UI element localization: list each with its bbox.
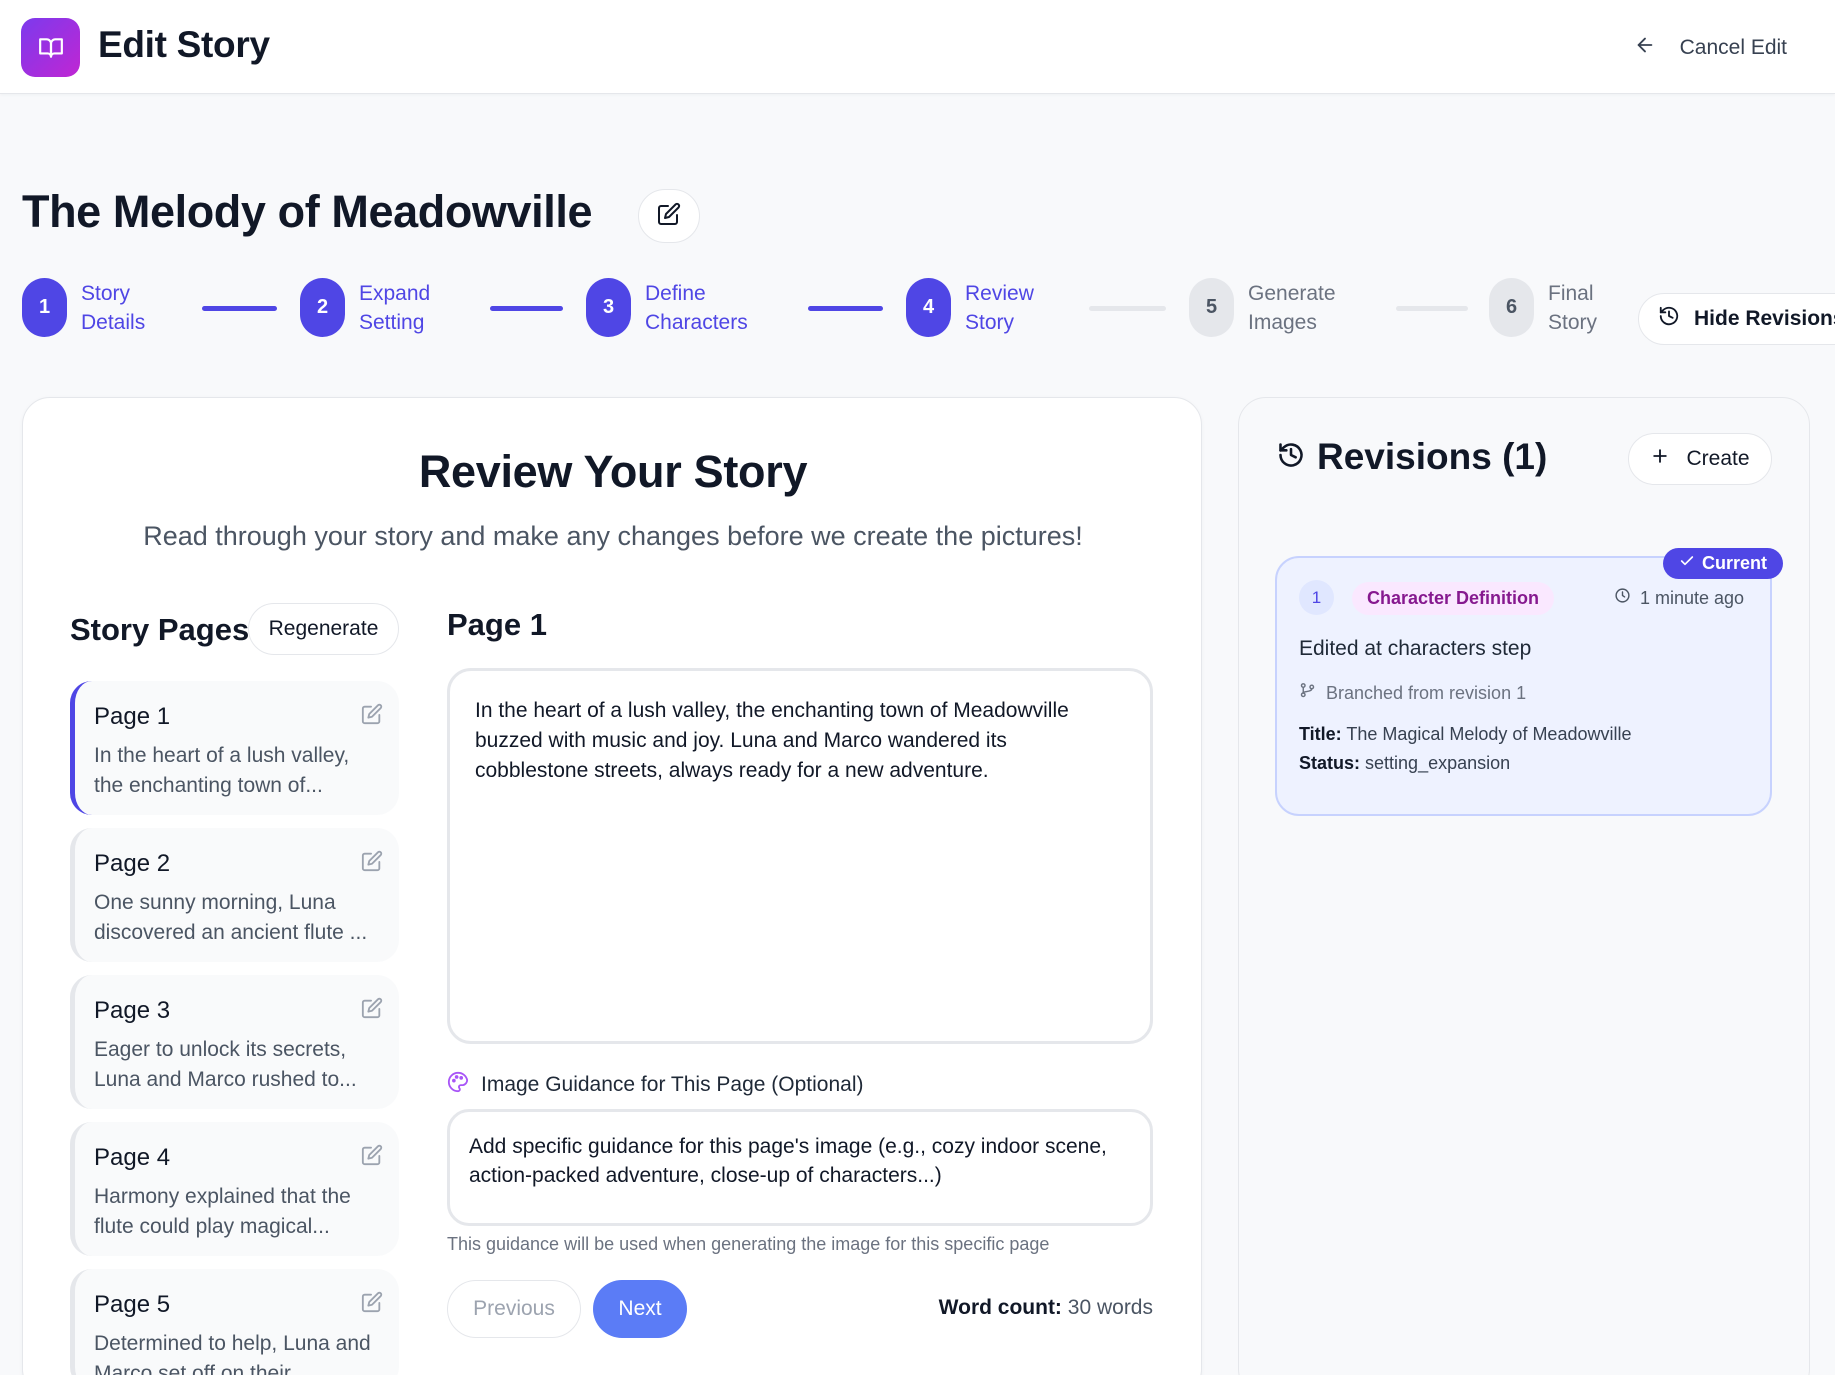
revision-branch: Branched from revision 1 [1299,682,1526,704]
revision-time: 1 minute ago [1614,587,1744,609]
revisions-panel [1238,397,1810,1375]
page-item-title: Page 2 [94,850,171,877]
pencil-square-icon [657,202,681,231]
step-connector [202,306,277,311]
revision-description: Edited at characters step [1299,637,1532,660]
history-icon [1658,305,1680,333]
revision-number: 1 [1299,580,1334,615]
page-item-excerpt: In the heart of a lush valley, the encha… [94,744,350,797]
step-number: 4 [906,278,951,337]
edit-icon[interactable] [361,1291,383,1318]
create-revision-button[interactable]: Create [1628,433,1772,485]
arrow-left-icon [1634,34,1656,62]
step-number: 1 [22,278,67,337]
page-item-title: Page 3 [94,997,171,1024]
edit-icon[interactable] [361,997,383,1024]
page-item-title: Page 1 [94,703,171,730]
page-text-editor[interactable]: In the heart of a lush valley, the encha… [447,668,1153,1044]
page-item-excerpt: Eager to unlock its secrets, Luna and Ma… [94,1038,357,1091]
page-item-excerpt: Harmony explained that the flute could p… [94,1185,351,1238]
step-generate-images[interactable]: 5 Generate Images [1189,278,1368,337]
step-number: 3 [586,278,631,337]
image-guidance-label: Image Guidance for This Page (Optional) [447,1071,863,1099]
revisions-heading: Revisions (1) [1277,436,1547,478]
step-review-story[interactable]: 4 Review Story [906,278,1085,337]
edit-icon[interactable] [361,1144,383,1171]
revision-title: Title: The Magical Melody of Meadowville [1299,724,1632,744]
step-number: 2 [300,278,345,337]
image-guidance-input[interactable] [447,1109,1153,1226]
page-list-item[interactable]: Page 5 Determined to help, Luna and Marc… [70,1269,399,1375]
cancel-edit-label: Cancel Edit [1679,36,1787,59]
step-label: Expand Setting [359,281,431,334]
cancel-edit-button[interactable]: Cancel Edit [1634,28,1787,68]
step-expand-setting[interactable]: 2 Expand Setting [300,278,479,337]
app-title: Edit Story [98,24,270,65]
hide-revisions-button[interactable]: Hide Revisions [1638,293,1835,345]
step-label: Story Details [81,281,146,334]
step-number: 5 [1189,278,1234,337]
page-item-excerpt: One sunny morning, Luna discovered an an… [94,891,368,944]
page-list-item[interactable]: Page 2 One sunny morning, Luna discovere… [70,828,399,962]
plus-icon [1650,446,1670,472]
palette-icon [447,1071,469,1099]
current-page-heading: Page 1 [447,607,547,642]
revision-type-badge: Character Definition [1352,582,1555,615]
history-icon [1277,436,1305,478]
hide-revisions-label: Hide Revisions [1694,307,1835,330]
page-list-item[interactable]: Page 3 Eager to unlock its secrets, Luna… [70,975,399,1109]
story-pages-heading: Story Pages [70,612,250,647]
book-open-icon [21,18,80,77]
step-define-characters[interactable]: 3 Define Characters [586,278,785,337]
step-story-details[interactable]: 1 Story Details [22,278,201,337]
step-number: 6 [1489,278,1534,337]
story-title: The Melody of Meadowville [22,186,593,237]
git-branch-icon [1299,682,1316,704]
step-connector [1089,306,1166,311]
review-subtitle: Read through your story and make any cha… [143,521,1083,551]
next-button[interactable]: Next [593,1280,687,1338]
step-connector [490,306,563,311]
word-count: Word count: 30 words [938,1296,1153,1319]
page-item-title: Page 5 [94,1291,171,1318]
clock-icon [1614,587,1631,609]
top-bar: Edit Story Cancel Edit [0,0,1835,94]
edit-title-button[interactable] [638,189,700,243]
step-label: Review Story [965,281,1034,334]
edit-icon[interactable] [361,703,383,730]
page-list-item[interactable]: Page 4 Harmony explained that the flute … [70,1122,399,1256]
check-icon [1679,553,1695,574]
step-connector [808,306,883,311]
step-label: Define Characters [645,281,748,334]
revision-status: Status: setting_expansion [1299,753,1511,773]
current-badge: Current [1663,548,1783,579]
page-item-excerpt: Determined to help, Luna and Marco set o… [94,1332,371,1375]
edit-icon[interactable] [361,850,383,877]
previous-button[interactable]: Previous [447,1280,581,1338]
guidance-help-text: This guidance will be used when generati… [447,1234,1050,1254]
review-title: Review Your Story [418,446,808,497]
regenerate-button[interactable]: Regenerate [248,603,399,655]
page-item-title: Page 4 [94,1144,171,1171]
step-label: Generate Images [1248,281,1336,334]
step-connector [1396,306,1468,311]
page-list-item[interactable]: Page 1 In the heart of a lush valley, th… [70,681,399,815]
